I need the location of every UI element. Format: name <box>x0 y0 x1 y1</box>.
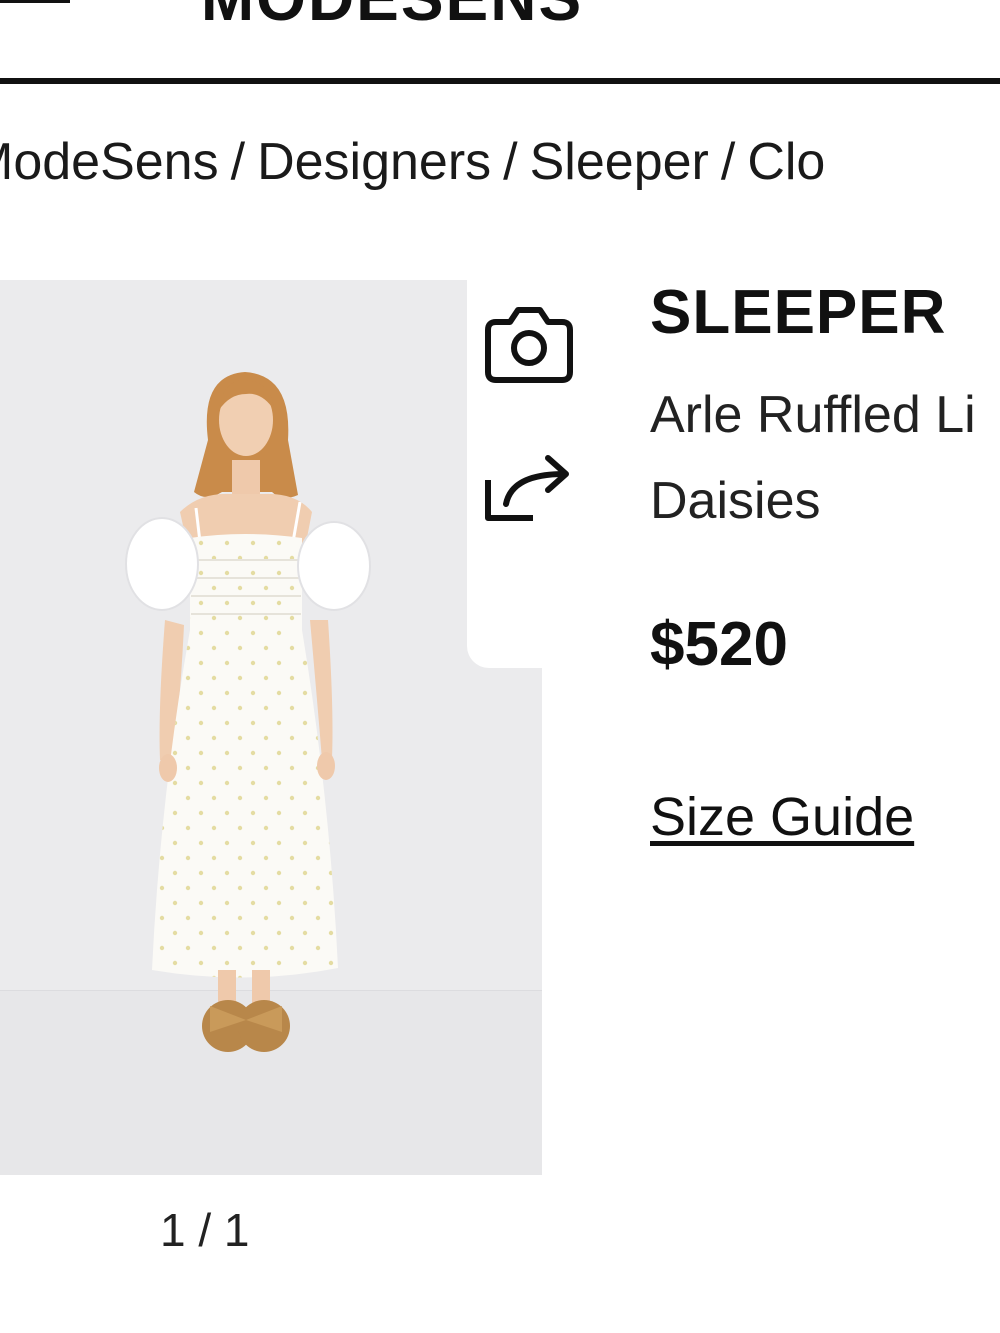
breadcrumb-separator: / <box>720 133 736 191</box>
product-name-line-2: Daisies <box>650 472 821 530</box>
breadcrumb-separator: / <box>230 133 246 191</box>
header-divider <box>0 78 1000 84</box>
product-name: Arle Ruffled Li Daisies <box>650 372 1000 532</box>
breadcrumb-item-brand[interactable]: Sleeper <box>530 133 709 191</box>
product-page: MODESENS ModeSens/Designers/Sleeper/Clo <box>0 0 1000 1333</box>
menu-icon[interactable] <box>0 0 70 3</box>
breadcrumb-separator: / <box>503 133 518 191</box>
breadcrumb-item-category[interactable]: Clo <box>747 133 825 191</box>
camera-icon[interactable] <box>478 300 578 390</box>
breadcrumb: ModeSens/Designers/Sleeper/Clo <box>0 130 825 194</box>
product-image[interactable] <box>0 280 542 1175</box>
image-pager: 1 / 1 <box>160 1204 250 1256</box>
breadcrumb-item-designers[interactable]: Designers <box>257 133 491 191</box>
size-guide-link[interactable]: Size Guide <box>650 784 914 850</box>
site-header: MODESENS <box>0 0 1000 84</box>
product-price: $520 <box>650 610 788 679</box>
brand-name[interactable]: SLEEPER <box>650 278 946 348</box>
product-name-line-1: Arle Ruffled Li <box>650 386 976 444</box>
model-illustration <box>125 372 371 1052</box>
share-icon[interactable] <box>478 440 578 530</box>
breadcrumb-item-home[interactable]: ModeSens <box>0 133 219 191</box>
site-logo[interactable]: MODESENS <box>201 0 583 30</box>
